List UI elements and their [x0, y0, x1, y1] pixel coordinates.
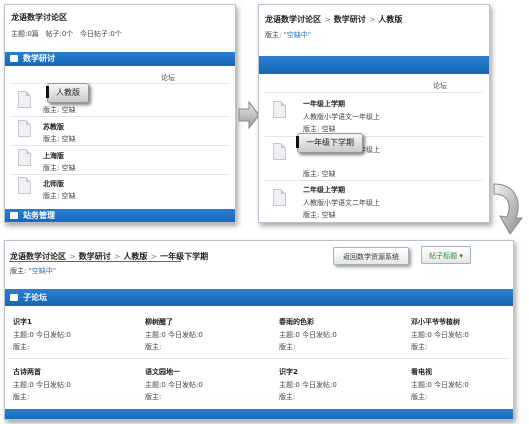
forum-doc-icon [18, 177, 31, 194]
section-icon [10, 212, 18, 219]
subforum-title[interactable]: 看电视 [411, 367, 432, 377]
section-title: 数学研讨 [23, 54, 55, 63]
forum-moderator: 版主: 空缺 [303, 211, 336, 219]
divider [11, 145, 229, 146]
subforum-moderator: 版主: [411, 343, 428, 351]
subforum-title[interactable]: 柳树醒了 [145, 317, 173, 327]
forum-doc-icon [18, 149, 31, 166]
moderator-label: 版主: [10, 267, 27, 275]
subforum-title[interactable]: 邓小平爷爷植树 [411, 317, 460, 327]
subforum-moderator: 版主: [145, 343, 162, 351]
subforum-title[interactable]: 识字1 [13, 317, 32, 327]
forum-stats: 主题:0篇 帖子:0个 今日帖子:0个 [11, 29, 122, 39]
moderator-label: 版主: [265, 31, 282, 39]
subforum-moderator: 版主: [411, 393, 428, 401]
forum-doc-icon [273, 189, 286, 206]
divider [11, 83, 229, 84]
section-icon [10, 55, 18, 62]
subforum-title[interactable]: 古诗两首 [13, 367, 41, 377]
breadcrumb-item[interactable]: 龙语数学讨论区 [265, 15, 321, 24]
subforum-stats: 主题:0 今日发帖:0 [279, 381, 337, 389]
forum-doc-icon [18, 120, 31, 137]
section-header-math[interactable]: 数学研讨 [5, 52, 235, 66]
forum-moderator: 版主: 空缺 [43, 106, 76, 114]
chevron-down-icon: ▾ [459, 252, 463, 260]
divider [265, 180, 483, 181]
moderator-value[interactable]: "空缺中" [284, 31, 311, 39]
subforum-title[interactable]: 识字2 [279, 367, 298, 377]
moderator-info: 版主: "空缺中" [265, 30, 311, 40]
section-header-admin[interactable]: 站务管理 [5, 209, 235, 222]
divider [265, 92, 483, 93]
stat-posts: 帖子:0个 [45, 30, 74, 38]
subforum-moderator: 版主: [279, 393, 296, 401]
forum-moderator: 版主: 空缺 [43, 192, 76, 200]
subforum-title[interactable]: 语文园地一 [145, 367, 180, 377]
subforum-stats: 主题:0 今日发帖:0 [13, 381, 71, 389]
topic-button-label: 帖子标题 [429, 252, 458, 260]
forum-index-panel: 龙语数学讨论区 主题:0篇 帖子:0个 今日帖子:0个 数学研讨 论坛 版主: … [4, 4, 236, 223]
stat-today-posts: 今日帖子:0个 [80, 30, 122, 38]
section-title: 站务管理 [23, 211, 55, 220]
forum-category-panel: 龙语数学讨论区 > 数学研讨 > 人教版 版主: "空缺中" 论坛 一年级上学期 人教版… [258, 4, 490, 223]
forum-moderator: 版主: 空缺 [303, 170, 336, 178]
forum-desc: 人教版小学语文一年级上 [303, 113, 380, 121]
breadcrumb-item[interactable]: 数学研讨 [334, 15, 366, 24]
moderator-info: 版主: "空缺中" [10, 266, 56, 276]
breadcrumb-item[interactable]: 人教版 [378, 15, 402, 24]
forum-moderator: 版主: 空缺 [43, 164, 76, 172]
subforum-title[interactable]: 春雨的色彩 [279, 317, 314, 327]
breadcrumb-underline [9, 261, 181, 262]
forum-title[interactable]: 北师版 [43, 179, 64, 189]
forum-doc-icon [273, 101, 286, 118]
return-resource-button[interactable]: 返回数学资源系统 [333, 247, 409, 265]
callout-tag: 人教版 [46, 83, 89, 103]
forum-title[interactable]: 一年级上学期 [303, 99, 345, 109]
subforum-moderator: 版主: [145, 393, 162, 401]
breadcrumb-item[interactable]: 一年级下学期 [160, 252, 208, 261]
breadcrumb-item[interactable]: 人教版 [123, 252, 147, 261]
callout-tag: 一年级下学期 [296, 133, 363, 153]
subforum-panel: 龙语数学讨论区 > 数学研讨 > 人教版 > 一年级下学期 版主: "空缺中" 返回数学资源… [4, 240, 514, 420]
divider [9, 358, 509, 359]
section-title: 子论坛 [23, 293, 47, 302]
subforum-moderator: 版主: [279, 343, 296, 351]
breadcrumb-item[interactable]: 数学研讨 [79, 252, 111, 261]
breadcrumb-item[interactable]: 龙语数学讨论区 [10, 252, 66, 261]
forum-moderator: 版主: 空缺 [43, 135, 76, 143]
divider [11, 174, 229, 175]
forum-title[interactable]: 二年级上学期 [303, 185, 345, 195]
column-header-forum: 论坛 [433, 82, 447, 90]
forum-title[interactable]: 上海版 [43, 151, 64, 161]
forum-doc-icon [273, 143, 286, 160]
section-footer-bar [5, 409, 513, 419]
subforum-stats: 主题:0 今日发帖:0 [411, 381, 469, 389]
forum-desc: 人教版小学语文二年级上 [303, 199, 380, 207]
subforum-stats: 主题:0 今日发帖:0 [145, 331, 203, 339]
curved-arrow-icon [493, 183, 523, 235]
moderator-value[interactable]: "空缺中" [29, 267, 56, 275]
section-header-subforum[interactable]: 子论坛 [5, 289, 513, 306]
arrow-right-icon [238, 100, 260, 130]
forum-doc-icon [18, 91, 31, 108]
topic-button[interactable]: 帖子标题 ▾ [421, 246, 471, 264]
stat-topics: 主题:0篇 [11, 30, 39, 38]
subforum-stats: 主题:0 今日发帖:0 [145, 381, 203, 389]
section-header [259, 56, 489, 74]
breadcrumb: 龙语数学讨论区 > 数学研讨 > 人教版 [265, 15, 403, 24]
subforum-moderator: 版主: [13, 393, 30, 401]
divider [11, 116, 229, 117]
subforum-stats: 主题:0 今日发帖:0 [13, 331, 71, 339]
subforum-stats: 主题:0 今日发帖:0 [279, 331, 337, 339]
subforum-stats: 主题:0 今日发帖:0 [411, 331, 469, 339]
breadcrumb-home[interactable]: 龙语数学讨论区 [11, 12, 67, 23]
column-header-forum: 论坛 [161, 74, 175, 82]
forum-title[interactable]: 苏教版 [43, 122, 64, 132]
section-icon [10, 294, 18, 301]
subforum-moderator: 版主: [13, 343, 30, 351]
